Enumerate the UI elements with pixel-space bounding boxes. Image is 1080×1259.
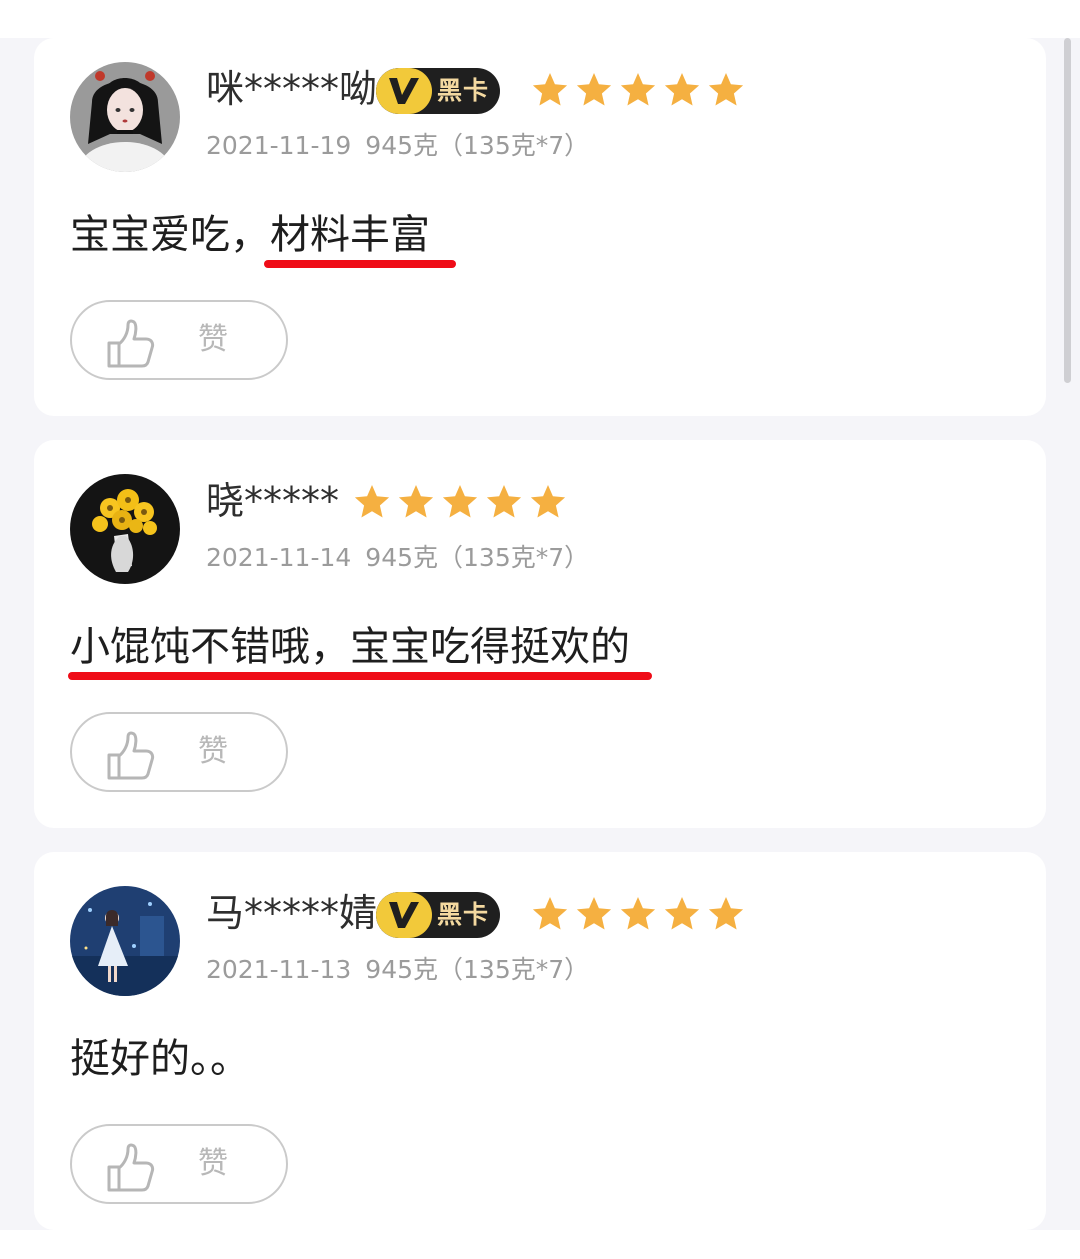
vip-v-icon xyxy=(389,78,419,104)
review-card: 马*****婧 黑卡 2021-11-13 945克（135克*7） 挺好的。。 … xyxy=(34,852,1046,1230)
star-icon xyxy=(532,897,568,930)
star-icon xyxy=(486,485,522,518)
like-label: 赞 xyxy=(198,322,228,357)
star-icon xyxy=(708,73,744,106)
review-text: 小馄饨不错哦，宝宝吃得挺欢的 xyxy=(70,620,630,674)
badge-label: 黑卡 xyxy=(436,76,489,105)
star-rating xyxy=(352,483,568,523)
thumbs-up-icon xyxy=(107,319,155,368)
like-button[interactable]: 赞 xyxy=(70,1124,288,1204)
highlight-underline xyxy=(68,672,652,680)
like-label: 赞 xyxy=(198,1146,228,1181)
username: 咪*****呦 xyxy=(206,67,378,111)
review-date: 2021-11-13 xyxy=(206,955,352,984)
avatar-image xyxy=(70,62,180,172)
review-card: 晓***** 2021-11-14 945克（135克*7） 小馄饨不错哦，宝宝吃… xyxy=(34,440,1046,828)
star-icon xyxy=(576,73,612,106)
thumbs-up-icon xyxy=(107,731,155,780)
review-date: 2021-11-19 xyxy=(206,131,352,160)
review-meta: 2021-11-14 945克（135克*7） xyxy=(206,540,603,576)
star-icon xyxy=(664,897,700,930)
review-text-highlight: 小馄饨不错哦，宝宝吃得挺欢的 xyxy=(70,624,630,670)
avatar-image xyxy=(70,474,180,584)
star-rating xyxy=(530,895,746,935)
product-spec: 945克（135克*7） xyxy=(365,955,590,984)
product-spec: 945克（135克*7） xyxy=(365,543,590,572)
username: 马*****婧 xyxy=(206,891,378,935)
star-icon xyxy=(576,897,612,930)
star-icon xyxy=(620,897,656,930)
review-meta: 2021-11-13 945克（135克*7） xyxy=(206,952,603,988)
star-icon xyxy=(620,73,656,106)
highlight-underline xyxy=(264,260,456,268)
star-icon xyxy=(532,73,568,106)
avatar-image xyxy=(70,886,180,996)
star-rating xyxy=(530,71,746,111)
user-avatar[interactable] xyxy=(70,62,180,172)
vip-badge: 黑卡 xyxy=(376,892,500,938)
review-text: 挺好的。。 xyxy=(70,1032,250,1086)
review-text-plain: 挺好的。。 xyxy=(70,1036,250,1082)
user-avatar[interactable] xyxy=(70,474,180,584)
star-icon xyxy=(664,73,700,106)
review-card: 咪*****呦 黑卡 2021-11-19 945克（135克*7） 宝宝爱吃，材… xyxy=(34,38,1046,416)
vip-v-icon xyxy=(389,902,419,928)
star-icon xyxy=(708,897,744,930)
review-date: 2021-11-14 xyxy=(206,543,352,572)
scrollbar[interactable] xyxy=(1064,38,1071,383)
thumbs-up-icon xyxy=(107,1143,155,1192)
like-button[interactable]: 赞 xyxy=(70,712,288,792)
badge-label: 黑卡 xyxy=(436,900,489,929)
user-avatar[interactable] xyxy=(70,886,180,996)
star-icon xyxy=(442,485,478,518)
vip-badge: 黑卡 xyxy=(376,68,500,114)
star-icon xyxy=(398,485,434,518)
product-spec: 945克（135克*7） xyxy=(365,131,590,160)
username: 晓***** xyxy=(206,479,340,523)
like-button[interactable]: 赞 xyxy=(70,300,288,380)
star-icon xyxy=(530,485,566,518)
star-icon xyxy=(354,485,390,518)
review-text-plain: 宝宝爱吃， xyxy=(70,212,270,258)
review-text: 宝宝爱吃，材料丰富 xyxy=(70,208,430,262)
review-text-highlight: 材料丰富 xyxy=(270,212,430,258)
review-meta: 2021-11-19 945克（135克*7） xyxy=(206,128,603,164)
like-label: 赞 xyxy=(198,734,228,769)
